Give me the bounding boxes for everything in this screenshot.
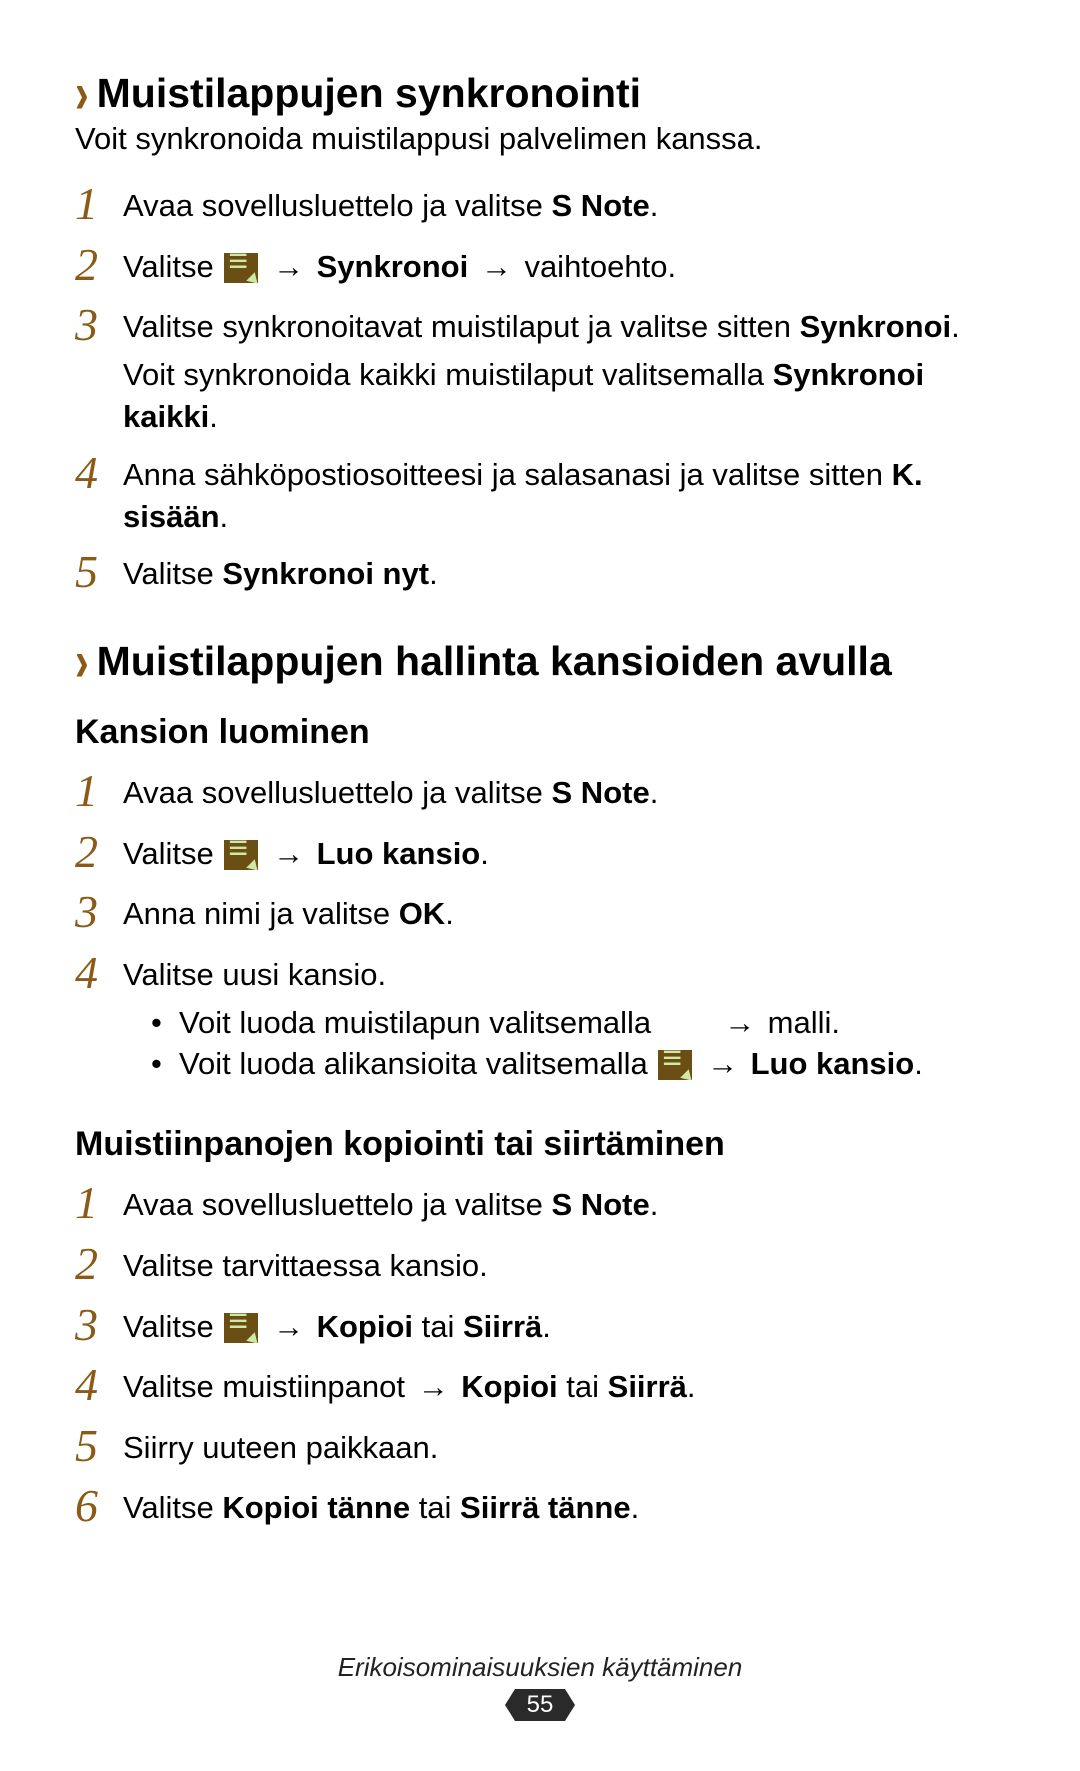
section-folders-title-text: Muistilappujen hallinta kansioiden avull… — [97, 638, 892, 684]
step-number: 1 — [75, 766, 123, 817]
create-folder-steps: 1 Avaa sovellusluettelo ja valitse S Not… — [75, 766, 1005, 1085]
section-sync-title-text: Muistilappujen synkronointi — [97, 70, 641, 116]
step-body: Valitse → Luo kansio. — [123, 827, 489, 875]
footer-text: Erikoisominaisuuksien käyttäminen — [0, 1652, 1080, 1683]
sync-step-3: 3 Valitse synkronoitavat muistilaput ja … — [75, 300, 1005, 438]
step-body: Valitse tarvittaessa kansio. — [123, 1239, 488, 1287]
menu-icon — [224, 840, 258, 870]
step-body: Avaa sovellusluettelo ja valitse S Note. — [123, 179, 658, 227]
section-sync-title: ›Muistilappujen synkronointi — [75, 70, 1005, 117]
chevron-right-icon: › — [75, 61, 89, 127]
sync-step-4: 4 Anna sähköpostiosoitteesi ja salasanas… — [75, 448, 1005, 538]
step-body: Anna nimi ja valitse OK. — [123, 887, 454, 935]
cf-bullets: Voit luoda muistilapun valitsemalla → ma… — [123, 1002, 923, 1086]
step-body: Valitse uusi kansio. Voit luoda muistila… — [123, 948, 923, 1086]
cf-step-4: 4 Valitse uusi kansio. Voit luoda muisti… — [75, 948, 1005, 1086]
bullet-item: Voit luoda alikansioita valitsemalla → L… — [151, 1043, 923, 1085]
menu-icon — [224, 253, 258, 283]
step-number: 6 — [75, 1481, 123, 1532]
step-number: 1 — [75, 179, 123, 230]
sync-step-5: 5 Valitse Synkronoi nyt. — [75, 547, 1005, 598]
cm-step-4: 4 Valitse muistiinpanot → Kopioi tai Sii… — [75, 1360, 1005, 1411]
step-number: 1 — [75, 1178, 123, 1229]
cf-step-1: 1 Avaa sovellusluettelo ja valitse S Not… — [75, 766, 1005, 817]
page-number-badge: 55 — [515, 1689, 566, 1721]
step-body: Siirry uuteen paikkaan. — [123, 1421, 438, 1469]
step-body: Valitse Synkronoi nyt. — [123, 547, 438, 595]
step-body: Anna sähköpostiosoitteesi ja salasanasi … — [123, 448, 1005, 538]
step-number: 3 — [75, 887, 123, 938]
step-number: 3 — [75, 1300, 123, 1351]
step-number: 4 — [75, 448, 123, 499]
menu-icon — [658, 1050, 692, 1080]
step-body: Valitse Kopioi tänne tai Siirrä tänne. — [123, 1481, 639, 1529]
cm-step-6: 6 Valitse Kopioi tänne tai Siirrä tänne. — [75, 1481, 1005, 1532]
step-number: 5 — [75, 1421, 123, 1472]
chevron-right-icon: › — [75, 629, 89, 695]
step-body-extra: Voit synkronoida kaikki muistilaput vali… — [123, 354, 1005, 438]
step-body: Avaa sovellusluettelo ja valitse S Note. — [123, 1178, 658, 1226]
step-number: 2 — [75, 827, 123, 878]
section-folders-title: ›Muistilappujen hallinta kansioiden avul… — [75, 638, 1005, 685]
step-number: 3 — [75, 300, 123, 351]
step-number: 2 — [75, 240, 123, 291]
page-footer: Erikoisominaisuuksien käyttäminen 55 — [0, 1652, 1080, 1721]
step-number: 4 — [75, 948, 123, 999]
menu-icon — [224, 1313, 258, 1343]
cf-step-3: 3 Anna nimi ja valitse OK. — [75, 887, 1005, 938]
cm-step-5: 5 Siirry uuteen paikkaan. — [75, 1421, 1005, 1472]
cf-step-2: 2 Valitse → Luo kansio. — [75, 827, 1005, 878]
section-sync-intro: Voit synkronoida muistilappusi palvelime… — [75, 121, 1005, 157]
step-body: Valitse → Synkronoi → vaihtoehto. — [123, 240, 676, 288]
step-body: Valitse synkronoitavat muistilaput ja va… — [123, 300, 1005, 438]
step-number: 2 — [75, 1239, 123, 1290]
step-body: Valitse → Kopioi tai Siirrä. — [123, 1300, 551, 1348]
step-number: 4 — [75, 1360, 123, 1411]
subsection-copy-move: Muistiinpanojen kopiointi tai siirtämine… — [75, 1125, 1005, 1164]
bullet-item: Voit luoda muistilapun valitsemalla → ma… — [151, 1002, 923, 1044]
cm-step-2: 2 Valitse tarvittaessa kansio. — [75, 1239, 1005, 1290]
sync-steps: 1 Avaa sovellusluettelo ja valitse S Not… — [75, 179, 1005, 598]
subsection-create-folder: Kansion luominen — [75, 713, 1005, 752]
copy-move-steps: 1 Avaa sovellusluettelo ja valitse S Not… — [75, 1178, 1005, 1532]
cm-step-1: 1 Avaa sovellusluettelo ja valitse S Not… — [75, 1178, 1005, 1229]
sync-step-1: 1 Avaa sovellusluettelo ja valitse S Not… — [75, 179, 1005, 230]
sync-step-2: 2 Valitse → Synkronoi → vaihtoehto. — [75, 240, 1005, 291]
step-body: Valitse muistiinpanot → Kopioi tai Siirr… — [123, 1360, 696, 1408]
cm-step-3: 3 Valitse → Kopioi tai Siirrä. — [75, 1300, 1005, 1351]
page: ›Muistilappujen synkronointi Voit synkro… — [0, 0, 1080, 1771]
step-body: Avaa sovellusluettelo ja valitse S Note. — [123, 766, 658, 814]
step-number: 5 — [75, 547, 123, 598]
